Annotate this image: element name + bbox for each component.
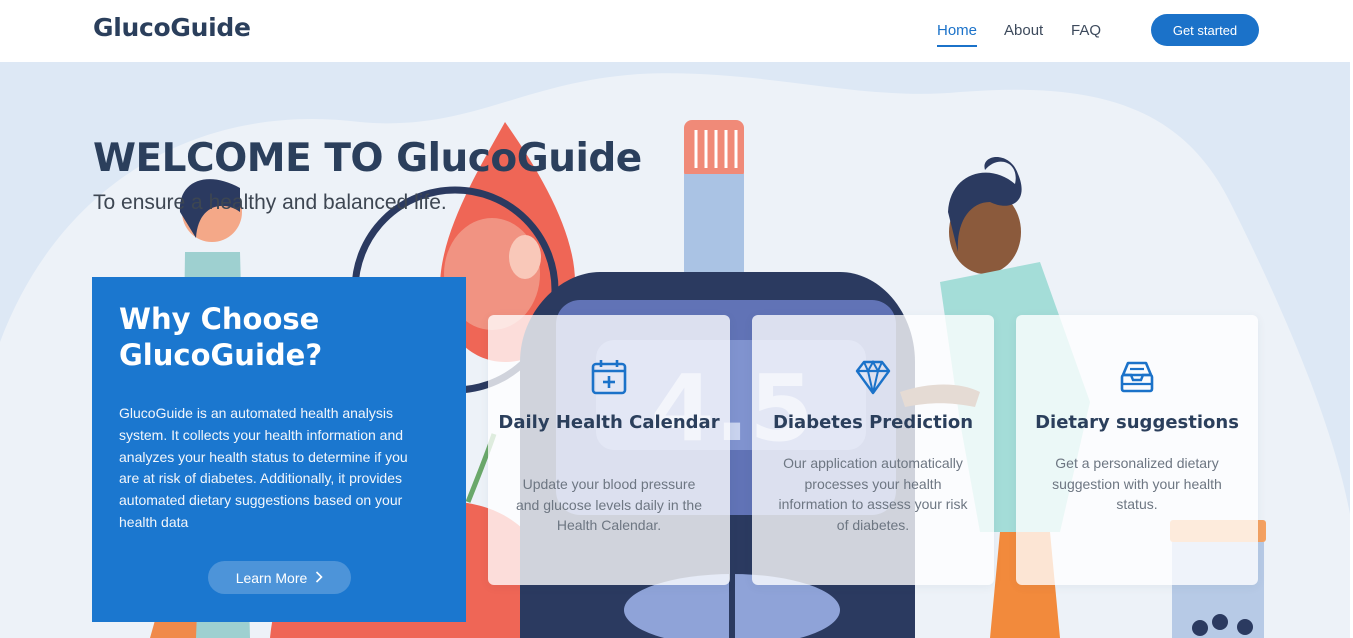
why-description: GlucoGuide is an automated health analys… [119,405,408,530]
learn-more-button[interactable]: Learn More [208,561,351,594]
feature-card-health-calendar[interactable]: Daily Health Calendar Update your blood … [488,315,730,585]
top-navbar: GlucoGuide Home About FAQ Get started [0,0,1353,62]
nav-home-link[interactable]: Home [937,22,978,47]
inbox-tray-icon [1117,357,1157,397]
why-choose-panel: Why Choose GlucoGuide? GlucoGuide is an … [92,277,466,622]
diamond-icon [853,357,893,397]
learn-more-label: Learn More [235,569,308,586]
feature-title: Daily Health Calendar [498,412,720,433]
feature-text: Our application automatically processes … [778,455,968,533]
feature-text: Get a personalized dietary suggestion wi… [1052,455,1222,512]
get-started-button[interactable]: Get started [1151,14,1259,46]
nav-faq-link[interactable]: FAQ [1071,22,1101,39]
chevron-right-icon [315,570,323,586]
calendar-plus-icon [589,357,629,397]
feature-card-dietary-suggestions[interactable]: Dietary suggestions Get a personalized d… [1016,315,1258,585]
feature-title: Diabetes Prediction [772,412,974,433]
feature-text: Update your blood pressure and glucose l… [515,476,702,533]
brand-logo[interactable]: GlucoGuide [93,13,251,42]
hero-title: WELCOME TO GlucoGuide [93,136,642,181]
hero-subtitle: To ensure a healthy and balanced life. [93,191,447,214]
nav-about-link[interactable]: About [1004,22,1043,39]
feature-card-diabetes-prediction[interactable]: Diabetes Prediction Our application auto… [752,315,994,585]
why-title: Why Choose GlucoGuide? [119,302,323,372]
feature-title: Dietary suggestions [1035,412,1239,433]
